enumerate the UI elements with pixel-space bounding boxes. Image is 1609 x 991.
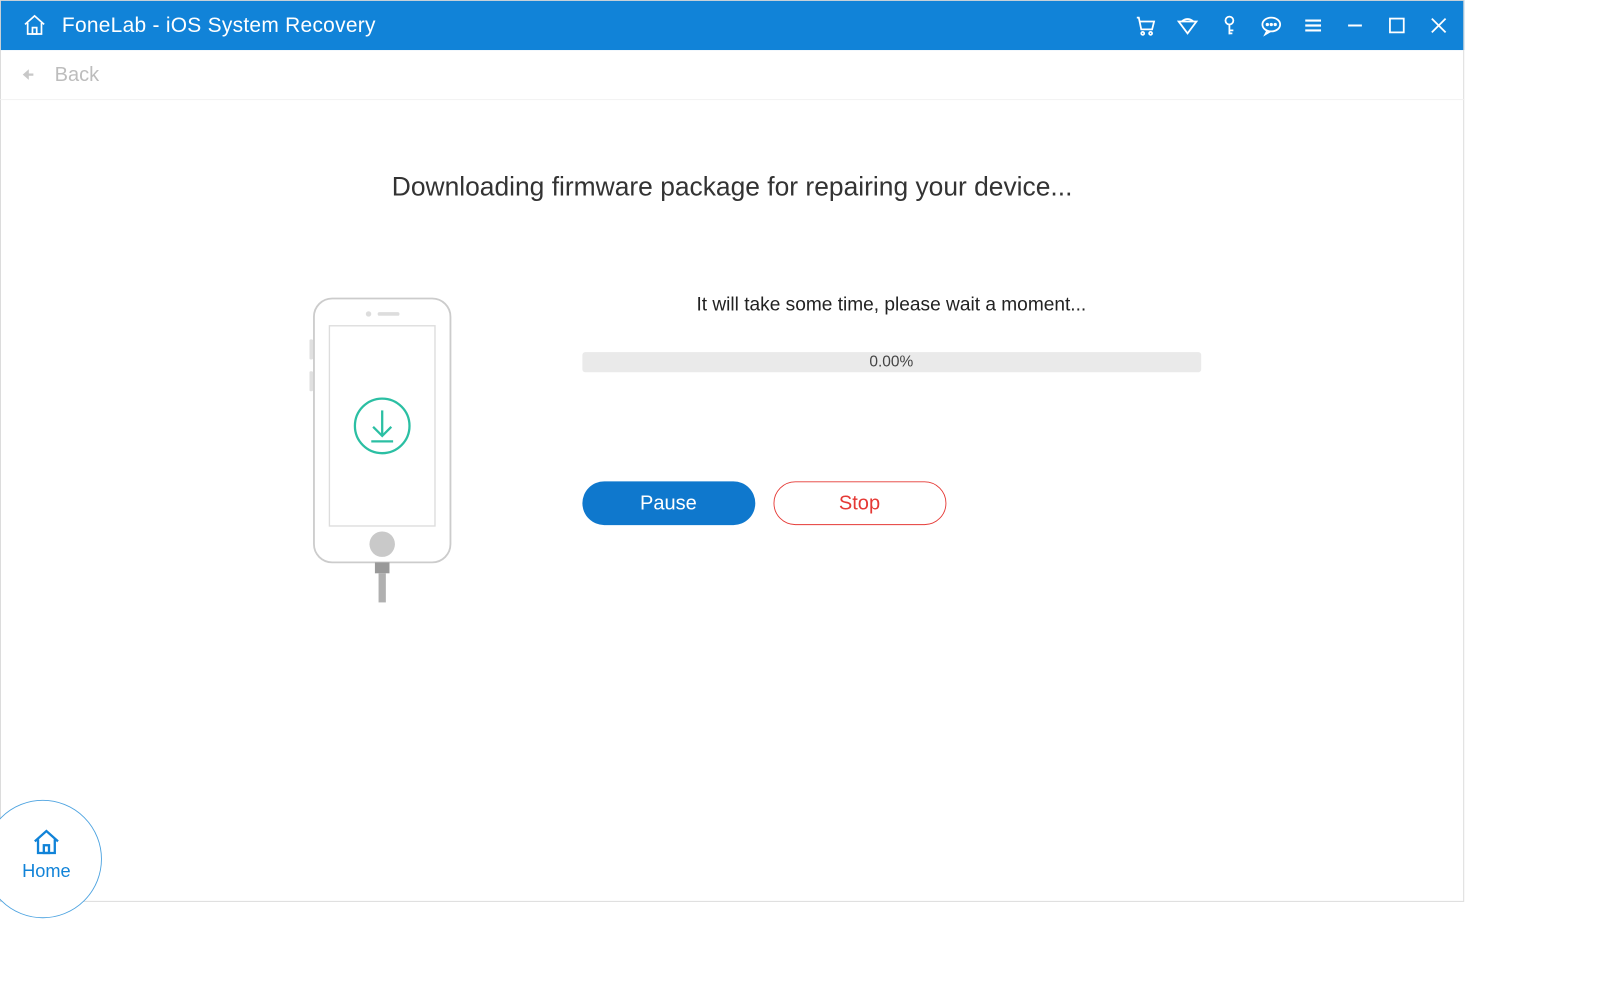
pause-button[interactable]: Pause (582, 481, 755, 525)
cart-icon[interactable] (1133, 12, 1158, 37)
button-row: Pause Stop (582, 481, 1201, 525)
page-heading: Downloading firmware package for repairi… (392, 173, 1073, 203)
maximize-icon[interactable] (1384, 12, 1409, 37)
home-button[interactable]: Home (0, 800, 102, 918)
back-label: Back (55, 63, 100, 87)
progress-bar: 0.00% (582, 352, 1201, 372)
stop-button[interactable]: Stop (773, 481, 946, 525)
body-row: It will take some time, please wait a mo… (150, 294, 1315, 608)
titlebar-left: FoneLab - iOS System Recovery (22, 12, 376, 37)
titlebar: FoneLab - iOS System Recovery (0, 0, 1464, 50)
back-bar: Back (0, 50, 1464, 100)
chat-icon[interactable] (1259, 12, 1284, 37)
app-title: FoneLab - iOS System Recovery (62, 13, 376, 38)
right-panel: It will take some time, please wait a mo… (582, 294, 1201, 525)
app-home-icon[interactable] (22, 12, 47, 37)
back-arrow-icon (18, 66, 36, 84)
menu-icon[interactable] (1300, 12, 1325, 37)
wait-text: It will take some time, please wait a mo… (582, 294, 1201, 316)
wifi-icon[interactable] (1175, 12, 1200, 37)
home-label: Home (22, 861, 71, 882)
close-icon[interactable] (1426, 12, 1451, 37)
phone-illustration (309, 294, 491, 608)
content-area: Downloading firmware package for repairi… (0, 100, 1464, 608)
titlebar-right (1133, 12, 1452, 37)
progress-percent: 0.00% (869, 353, 913, 371)
back-button[interactable]: Back (18, 63, 135, 87)
key-icon[interactable] (1217, 12, 1242, 37)
minimize-icon[interactable] (1342, 12, 1367, 37)
home-icon (30, 827, 63, 858)
